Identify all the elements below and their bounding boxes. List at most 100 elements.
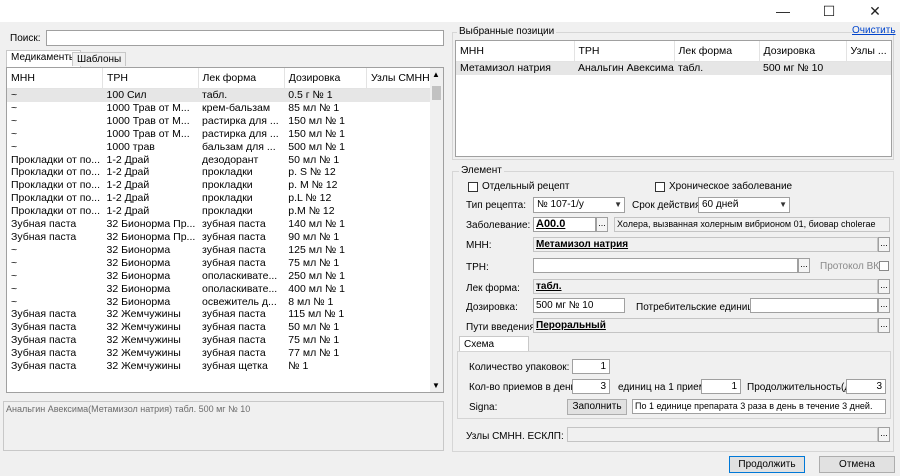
table-row[interactable]: Прокладки от по... 1-2 Драй прокладки р. M …	[7, 179, 443, 192]
chronic-checkbox[interactable]	[655, 182, 665, 192]
table-row[interactable]: Прокладки от по... 1-2 Драй прокладки р.M №…	[7, 205, 443, 218]
cell-mnn: ~	[11, 269, 18, 282]
table-row[interactable]: Зубная паста 32 Жемчужины зубная паста 75 м…	[7, 334, 443, 347]
cell-mnn: Зубная паста	[11, 321, 77, 334]
scroll-down-icon[interactable]: ▼	[432, 381, 440, 390]
sel-header-form[interactable]: Лек форма	[674, 41, 760, 62]
table-row[interactable]: Зубная паста 32 Жемчужины зубная паста 115 …	[7, 308, 443, 321]
sel-header-dosage[interactable]: Дозировка	[759, 41, 847, 62]
table-row[interactable]: ~32 Бионорма ополаскивате... 400 мл № 1	[7, 283, 443, 296]
validity-label: Срок действия:	[632, 200, 704, 211]
cell-mnn: ~	[11, 127, 18, 140]
cell-mnn: ~	[11, 243, 18, 256]
signa-field[interactable]: По 1 единице препарата 3 раза в день в т…	[632, 399, 886, 414]
chronic-label: Хроническое заболевание	[669, 181, 793, 192]
table-row[interactable]: ~1000 Трав от М... растирка для ... 150 мл…	[7, 128, 443, 141]
table-row[interactable]: Прокладки от по... 1-2 Драй прокладки р.L №…	[7, 192, 443, 205]
column-header-form[interactable]: Лек форма	[198, 68, 285, 89]
table-row[interactable]: ~1000 Трав от М... крем-бальзам 85 мл № 1	[7, 102, 443, 115]
cell-form: табл.	[198, 88, 285, 102]
recipe-type-select[interactable]: № 107-1/у ▼	[533, 197, 625, 213]
table-row[interactable]: ~1000 трав бальзам для ... 500 мл № 1	[7, 141, 443, 154]
window-title: ~~~~ ~~~~~~~ ~ ~~~~	[180, 0, 282, 5]
cell-trn: 1000 Трав от М...	[106, 101, 190, 114]
cell-mnn: Зубная паста	[11, 360, 77, 373]
cell-dosage: 500 мл № 1	[288, 140, 346, 153]
separate-recipe-checkbox[interactable]	[468, 182, 478, 192]
table-row[interactable]: ~32 Бионорма ополаскивате... 250 мл № 1	[7, 270, 443, 283]
protocol-checkbox[interactable]	[879, 261, 889, 271]
sel-header-trn[interactable]: ТРН	[574, 41, 675, 62]
protocol-label: Протокол ВК	[820, 261, 880, 272]
table-row[interactable]: ~32 Бионорма зубная паста 75 мл № 1	[7, 257, 443, 270]
consumer-units-field[interactable]	[750, 298, 878, 313]
cell-mnn: ~	[11, 140, 18, 153]
validity-select[interactable]: 60 дней ▼	[698, 197, 790, 213]
table-row[interactable]: Прокладки от по... 1-2 Драй дезодорант 50 м…	[7, 154, 443, 167]
table-row[interactable]: ~32 Бионорма зубная паста 125 мл № 1	[7, 244, 443, 257]
cancel-button[interactable]: Отмена	[819, 456, 895, 473]
route-field[interactable]: Пероральный	[533, 318, 878, 333]
column-header-mnn[interactable]: МНН	[7, 68, 104, 89]
form-field[interactable]: табл.	[533, 279, 878, 294]
table-row[interactable]: Зубная паста 32 Бионорма Пр... зубная паст…	[7, 231, 443, 244]
table-row[interactable]: ~1000 Трав от М... растирка для ... 150 мл…	[7, 115, 443, 128]
units-input[interactable]: 1	[701, 379, 741, 394]
table-row[interactable]: Метамизол натрия Анальгин Авексима табл.…	[456, 61, 891, 75]
disease-code-field[interactable]: A00.0	[533, 217, 596, 232]
vertical-scrollbar[interactable]: ▲ ▼	[430, 68, 443, 392]
column-header-dosage[interactable]: Дозировка	[284, 68, 367, 89]
cell-form: прокладки	[202, 205, 253, 218]
mnn-label: МНН:	[466, 240, 492, 251]
packs-input[interactable]: 1	[572, 359, 610, 374]
cell-dosage: р. M № 12	[288, 179, 338, 192]
continue-button[interactable]: Продолжить	[729, 456, 805, 473]
nodes-picker-button[interactable]: ...	[878, 427, 890, 442]
cell-form: растирка для ...	[202, 114, 279, 127]
table-row[interactable]: Зубная паста 32 Бионорма Пр... зубная паст…	[7, 218, 443, 231]
dosage-field[interactable]: 500 мг № 10	[533, 298, 625, 313]
trn-label: ТРН:	[466, 262, 489, 273]
cell-dosage: 0.5 г № 1	[284, 88, 367, 102]
column-header-trn[interactable]: ТРН	[102, 68, 199, 89]
cell-trn: 1000 трав	[106, 140, 155, 153]
scroll-up-icon[interactable]: ▲	[432, 70, 440, 79]
table-row[interactable]: ~32 Бионорма освежитель д... 8 мл № 1	[7, 296, 443, 309]
cell-form: зубная паста	[202, 218, 266, 231]
signa-label: Signa:	[469, 402, 498, 413]
duration-input[interactable]: 3	[846, 379, 886, 394]
dosage-label: Дозировка:	[466, 302, 518, 313]
disease-picker-button[interactable]: ...	[596, 217, 608, 232]
minimize-button[interactable]: —	[760, 0, 806, 22]
route-picker-button[interactable]: ...	[878, 318, 890, 333]
tab-medications[interactable]: Медикаменты	[6, 50, 82, 67]
form-picker-button[interactable]: ...	[878, 279, 890, 294]
table-row[interactable]: Зубная паста 32 Жемчужины зубная паста 50 м…	[7, 321, 443, 334]
selected-description: Анальгин Авексима(Метамизол натрия) табл…	[3, 401, 444, 451]
mnn-field[interactable]: Метамизол натрия	[533, 237, 878, 252]
sel-header-mnn[interactable]: МНН	[456, 41, 575, 62]
scroll-thumb[interactable]	[432, 86, 441, 100]
table-row[interactable]: ~100 Сил табл. 0.5 г № 1	[7, 88, 443, 102]
per-day-input[interactable]: 3	[572, 379, 610, 394]
table-row[interactable]: Прокладки от по... 1-2 Драй прокладки р. S …	[7, 166, 443, 179]
search-input[interactable]	[46, 30, 444, 46]
maximize-button[interactable]: ☐	[806, 0, 852, 22]
cell-form: ополаскивате...	[202, 269, 278, 282]
cell-trn: 32 Бионорма	[106, 243, 171, 256]
sel-header-nodes[interactable]: Узлы ...	[846, 41, 891, 62]
mnn-picker-button[interactable]: ...	[878, 237, 890, 252]
tab-templates[interactable]: Шаблоны	[72, 52, 127, 66]
table-row[interactable]: Зубная паста 32 Жемчужины зубная паста 77 м…	[7, 347, 443, 360]
consumer-units-picker-button[interactable]: ...	[878, 298, 890, 313]
trn-field[interactable]	[533, 258, 798, 273]
close-button[interactable]: ✕	[852, 0, 898, 22]
consumer-units-label: Потребительские единицы:	[636, 302, 764, 313]
nodes-field[interactable]	[567, 427, 878, 442]
fill-button[interactable]: Заполнить	[567, 399, 627, 415]
table-row[interactable]: Зубная паста 32 Жемчужины зубная щетка № 1	[7, 360, 443, 373]
tab-schema[interactable]: Схема приема	[459, 336, 529, 365]
recipe-type-value: № 107-1/у	[537, 199, 584, 210]
trn-picker-button[interactable]: ...	[798, 258, 810, 273]
clear-link[interactable]: Очистить	[852, 25, 896, 36]
